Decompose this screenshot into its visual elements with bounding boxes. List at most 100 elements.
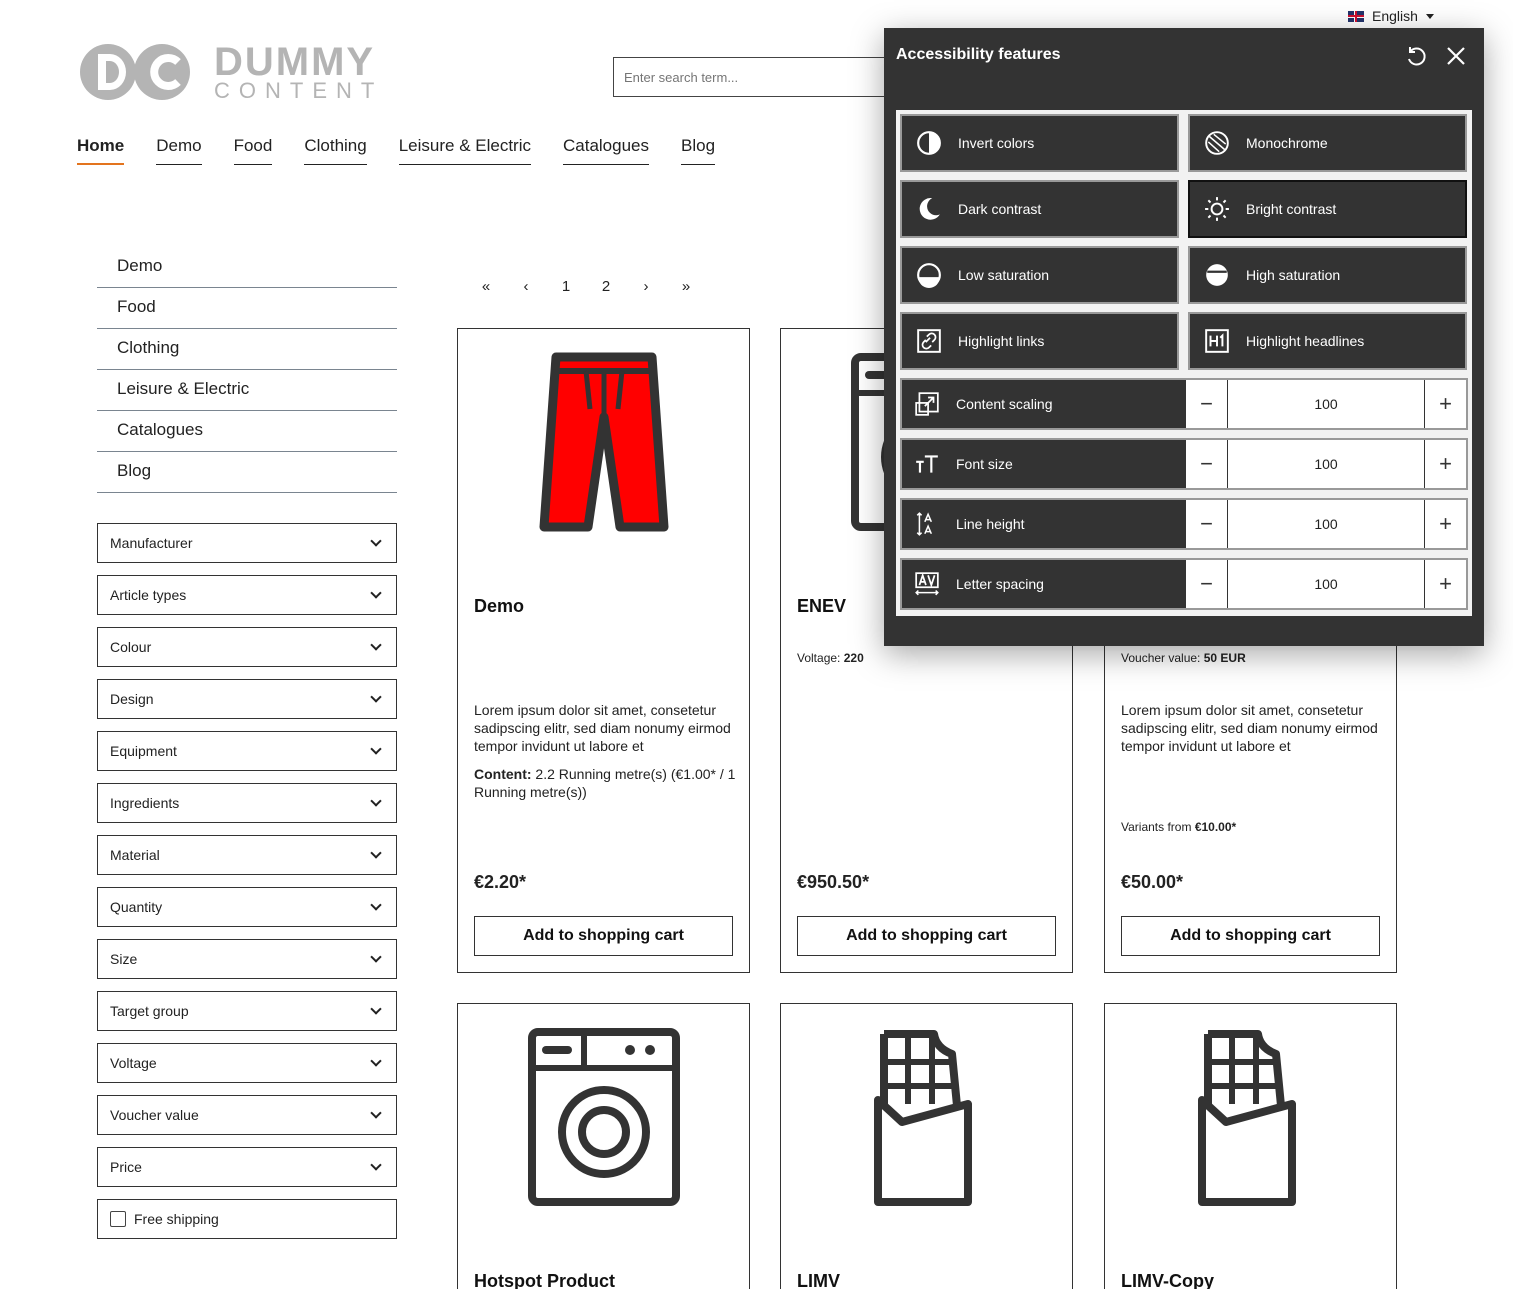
filter-size[interactable]: Size bbox=[97, 939, 397, 979]
category-item-blog[interactable]: Blog bbox=[97, 452, 397, 493]
stepper-value[interactable]: 100 bbox=[1228, 560, 1424, 608]
high-saturation-button[interactable]: High saturation bbox=[1188, 246, 1467, 304]
next-page-button[interactable]: › bbox=[626, 278, 666, 295]
logo[interactable]: DUMMY CONTENT bbox=[78, 42, 383, 102]
chevron-down-icon bbox=[370, 1159, 382, 1171]
product-name[interactable]: Hotspot Product bbox=[474, 1271, 615, 1289]
product-card[interactable]: LIMV bbox=[780, 1003, 1073, 1289]
nav-catalogues[interactable]: Catalogues bbox=[563, 136, 650, 165]
page-2-button[interactable]: 2 bbox=[586, 278, 626, 295]
stepper-value[interactable]: 100 bbox=[1228, 440, 1424, 488]
increase-button[interactable]: + bbox=[1424, 560, 1466, 608]
add-to-cart-button[interactable]: Add to shopping cart bbox=[1121, 916, 1380, 956]
language-selector[interactable]: English bbox=[1348, 8, 1434, 24]
nav-leisure-electric[interactable]: Leisure & Electric bbox=[398, 136, 531, 165]
property-value: 220 bbox=[843, 651, 864, 665]
filter-design[interactable]: Design bbox=[97, 679, 397, 719]
last-page-button[interactable]: » bbox=[666, 278, 706, 295]
chevron-down-icon bbox=[370, 587, 382, 599]
caret-down-icon bbox=[1425, 13, 1434, 19]
filter-equipment[interactable]: Equipment bbox=[97, 731, 397, 771]
font-size-icon bbox=[916, 455, 938, 473]
product-price: €2.20* bbox=[474, 872, 527, 892]
product-name[interactable]: Demo bbox=[474, 596, 524, 617]
invert-colors-button[interactable]: Invert colors bbox=[900, 114, 1179, 172]
search-input[interactable] bbox=[613, 57, 903, 97]
bright-contrast-button[interactable]: Bright contrast bbox=[1188, 180, 1467, 238]
filter-quantity[interactable]: Quantity bbox=[97, 887, 397, 927]
reset-icon[interactable] bbox=[1404, 44, 1428, 68]
dark-contrast-button[interactable]: Dark contrast bbox=[900, 180, 1179, 238]
filter-article-types[interactable]: Article types bbox=[97, 575, 397, 615]
product-description: Lorem ipsum dolor sit amet, consetetur s… bbox=[1121, 702, 1378, 754]
nav-food[interactable]: Food bbox=[233, 136, 273, 165]
close-icon[interactable] bbox=[1444, 44, 1468, 68]
product-name[interactable]: LIMV-Copy bbox=[1121, 1271, 1214, 1289]
increase-button[interactable]: + bbox=[1424, 380, 1466, 428]
line-height-stepper: Line height − 100 + bbox=[900, 498, 1468, 550]
stepper-value[interactable]: 100 bbox=[1228, 380, 1424, 428]
page-1-button[interactable]: 1 bbox=[546, 278, 586, 295]
decrease-button[interactable]: − bbox=[1186, 560, 1228, 608]
category-item-demo[interactable]: Demo bbox=[97, 247, 397, 288]
filter-price[interactable]: Price bbox=[97, 1147, 397, 1187]
category-item-clothing[interactable]: Clothing bbox=[97, 329, 397, 370]
h1-icon bbox=[1205, 329, 1229, 353]
product-name[interactable]: LIMV bbox=[797, 1271, 840, 1289]
filter-panel: Manufacturer Article types Colour Design… bbox=[97, 523, 397, 1251]
add-to-cart-button[interactable]: Add to shopping cart bbox=[474, 916, 733, 956]
logo-mark-icon bbox=[80, 44, 190, 100]
product-image[interactable] bbox=[458, 349, 749, 549]
category-item-leisure-electric[interactable]: Leisure & Electric bbox=[97, 370, 397, 411]
nav-blog[interactable]: Blog bbox=[681, 136, 716, 165]
letter-spacing-stepper: Letter spacing − 100 + bbox=[900, 558, 1468, 610]
high-saturation-icon bbox=[1206, 264, 1228, 286]
language-label: English bbox=[1372, 8, 1418, 24]
highlight-links-button[interactable]: Highlight links bbox=[900, 312, 1179, 370]
nav-demo[interactable]: Demo bbox=[156, 136, 202, 165]
filter-material[interactable]: Material bbox=[97, 835, 397, 875]
decrease-button[interactable]: − bbox=[1186, 440, 1228, 488]
product-card[interactable]: Hotspot Product bbox=[457, 1003, 750, 1289]
product-image[interactable] bbox=[458, 1024, 749, 1224]
free-shipping-checkbox[interactable] bbox=[110, 1211, 126, 1227]
add-to-cart-button[interactable]: Add to shopping cart bbox=[797, 916, 1056, 956]
moon-icon bbox=[919, 198, 940, 220]
product-image[interactable] bbox=[781, 1024, 1072, 1224]
category-item-catalogues[interactable]: Catalogues bbox=[97, 411, 397, 452]
nav-home[interactable]: Home bbox=[77, 136, 125, 165]
nav-clothing[interactable]: Clothing bbox=[304, 136, 367, 165]
main-nav: Home Demo Food Clothing Leisure & Electr… bbox=[77, 136, 716, 165]
chevron-down-icon bbox=[370, 1055, 382, 1067]
filter-free-shipping[interactable]: Free shipping bbox=[97, 1199, 397, 1239]
monochrome-button[interactable]: Monochrome bbox=[1188, 114, 1467, 172]
tile-label: Highlight links bbox=[958, 333, 1045, 349]
filter-voucher-value[interactable]: Voucher value bbox=[97, 1095, 397, 1135]
highlight-headlines-button[interactable]: Highlight headlines bbox=[1188, 312, 1467, 370]
increase-button[interactable]: + bbox=[1424, 500, 1466, 548]
decrease-button[interactable]: − bbox=[1186, 380, 1228, 428]
product-card[interactable]: LIMV-Copy bbox=[1104, 1003, 1397, 1289]
filter-ingredients[interactable]: Ingredients bbox=[97, 783, 397, 823]
low-saturation-icon bbox=[917, 263, 941, 288]
filter-target-group[interactable]: Target group bbox=[97, 991, 397, 1031]
filter-colour[interactable]: Colour bbox=[97, 627, 397, 667]
product-price: €950.50* bbox=[797, 872, 870, 892]
prev-page-button[interactable]: ‹ bbox=[506, 278, 546, 295]
product-description: Lorem ipsum dolor sit amet, consetetur s… bbox=[474, 702, 731, 754]
increase-button[interactable]: + bbox=[1424, 440, 1466, 488]
product-card[interactable]: Demo Lorem ipsum dolor sit amet, consete… bbox=[457, 328, 750, 973]
low-saturation-button[interactable]: Low saturation bbox=[900, 246, 1179, 304]
filter-voltage[interactable]: Voltage bbox=[97, 1043, 397, 1083]
line-height-icon bbox=[916, 512, 933, 536]
product-name[interactable]: ENEV bbox=[797, 596, 846, 617]
trousers-icon bbox=[539, 352, 668, 532]
filter-manufacturer[interactable]: Manufacturer bbox=[97, 523, 397, 563]
product-image[interactable] bbox=[1105, 1024, 1396, 1224]
filter-label: Target group bbox=[110, 1003, 189, 1019]
first-page-button[interactable]: « bbox=[466, 278, 506, 295]
stepper-value[interactable]: 100 bbox=[1228, 500, 1424, 548]
decrease-button[interactable]: − bbox=[1186, 500, 1228, 548]
letter-spacing-icon bbox=[915, 572, 939, 596]
category-item-food[interactable]: Food bbox=[97, 288, 397, 329]
